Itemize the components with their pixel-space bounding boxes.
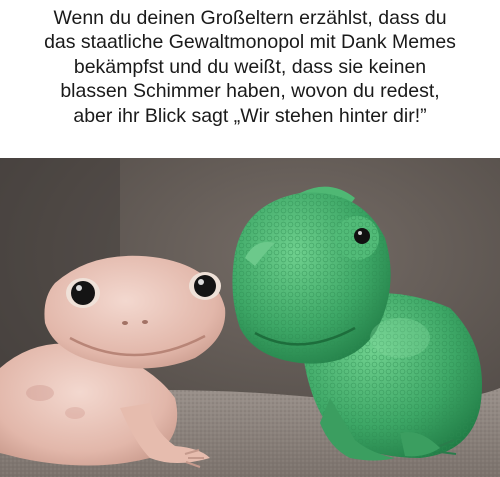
caption-line-4: blassen Schimmer haben, wovon du redest, xyxy=(60,80,440,103)
caption-line-2: das staatliche Gewaltmonopol mit Dank Me… xyxy=(44,31,456,54)
meme-caption: Wenn du deinen Großeltern erzählst, dass… xyxy=(0,0,500,158)
caption-line-1: Wenn du deinen Großeltern erzählst, dass… xyxy=(53,7,447,29)
caption-line-3: bekämpfst und du weißt, dass sie keinen xyxy=(73,55,427,78)
gecko-chameleon-illustration xyxy=(0,158,500,477)
meme-photo xyxy=(0,158,500,477)
caption-line-5: aber ihr Blick sagt „Wir stehen hinter d… xyxy=(73,104,427,127)
